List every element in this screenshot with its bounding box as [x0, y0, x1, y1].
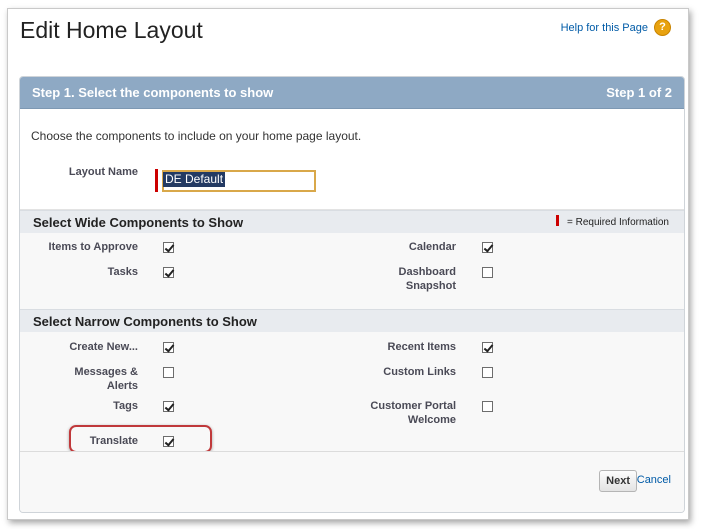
- tasks-checkbox[interactable]: [163, 267, 174, 278]
- wide-item-label: Items to Approve: [48, 241, 138, 253]
- narrow-item-label: Create New...: [69, 341, 138, 353]
- wide-section-title: Select Wide Components to Show: [33, 215, 244, 230]
- items-to-approve-checkbox[interactable]: [163, 242, 174, 253]
- wide-components-header: Select Wide Components to Show = Require…: [20, 210, 684, 233]
- wide-item-label: Tasks: [107, 266, 138, 278]
- narrow-item-label: Customer Portal Welcome: [370, 400, 456, 426]
- layout-name-input[interactable]: [162, 170, 316, 192]
- narrow-item-label: Custom Links: [383, 366, 456, 378]
- custom-links-checkbox[interactable]: [482, 367, 493, 378]
- narrow-section-title: Select Narrow Components to Show: [33, 314, 257, 329]
- step-panel: Step 1. Select the components to show St…: [19, 76, 685, 513]
- edit-home-layout-window: Edit Home Layout Help for this Page ? St…: [7, 8, 689, 520]
- required-indicator: [155, 169, 158, 192]
- create-new-checkbox[interactable]: [163, 342, 174, 353]
- intro-text: Choose the components to include on your…: [31, 129, 362, 143]
- narrow-item-label: Translate: [89, 435, 138, 447]
- wide-item-label: Calendar: [408, 241, 456, 253]
- recent-items-checkbox[interactable]: [482, 342, 493, 353]
- help-icon[interactable]: ?: [654, 19, 671, 36]
- narrow-components-body: Create New... Messages & Alerts Tags Tra…: [20, 332, 684, 456]
- calendar-checkbox[interactable]: [482, 242, 493, 253]
- wide-item-label: Dashboard Snapshot: [398, 266, 456, 292]
- wide-components-body: Items to Approve Tasks Calendar Dashboar…: [20, 233, 684, 309]
- intro-area: Choose the components to include on your…: [20, 109, 684, 210]
- narrow-components-header: Select Narrow Components to Show: [20, 309, 684, 332]
- help-link[interactable]: Help for this Page: [561, 22, 648, 34]
- step-title: Step 1. Select the components to show: [32, 85, 274, 100]
- narrow-item-label: Messages & Alerts: [74, 366, 138, 392]
- tags-checkbox[interactable]: [163, 401, 174, 412]
- required-legend-bar: [555, 215, 559, 226]
- required-legend: = Required Information: [555, 215, 669, 228]
- messages-alerts-checkbox[interactable]: [163, 367, 174, 378]
- layout-name-label: Layout Name: [68, 166, 138, 178]
- narrow-item-label: Recent Items: [387, 341, 456, 353]
- translate-checkbox[interactable]: [163, 436, 174, 447]
- customer-portal-welcome-checkbox[interactable]: [482, 401, 493, 412]
- cancel-link[interactable]: Cancel: [637, 474, 671, 486]
- dashboard-snapshot-checkbox[interactable]: [482, 267, 493, 278]
- required-legend-text: = Required Information: [566, 217, 669, 228]
- narrow-item-label: Tags: [113, 400, 138, 412]
- button-bar: Next Cancel: [20, 451, 684, 512]
- step-count: Step 1 of 2: [606, 85, 672, 100]
- next-button[interactable]: Next: [599, 470, 637, 492]
- step-header: Step 1. Select the components to show St…: [20, 77, 684, 109]
- page-title: Edit Home Layout: [20, 17, 203, 43]
